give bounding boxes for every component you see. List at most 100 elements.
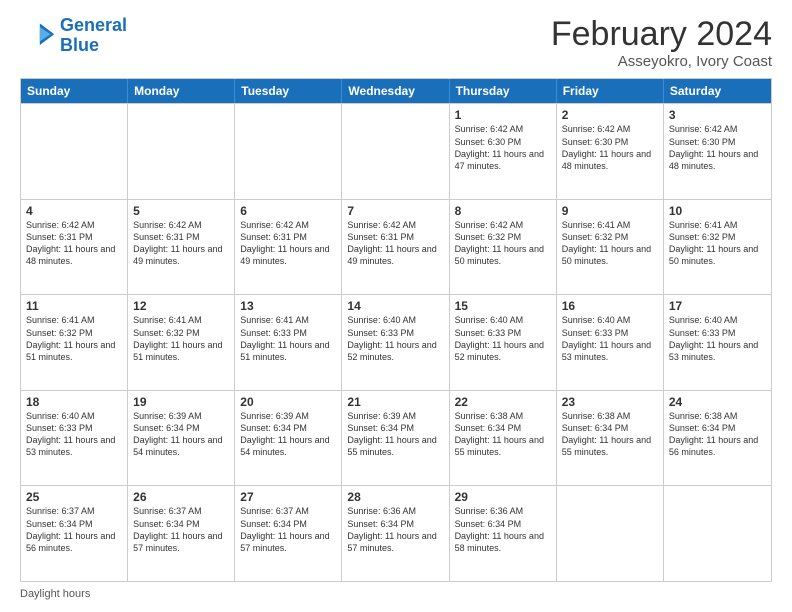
day-number: 12 xyxy=(133,299,229,313)
day-number: 8 xyxy=(455,204,551,218)
cal-cell: 22Sunrise: 6:38 AM Sunset: 6:34 PM Dayli… xyxy=(450,391,557,486)
day-number: 16 xyxy=(562,299,658,313)
day-number: 28 xyxy=(347,490,443,504)
cal-header-sunday: Sunday xyxy=(21,79,128,103)
day-number: 1 xyxy=(455,108,551,122)
day-number: 21 xyxy=(347,395,443,409)
header: General Blue February 2024 Asseyokro, Iv… xyxy=(20,16,772,70)
subtitle: Asseyokro, Ivory Coast xyxy=(551,53,772,70)
day-number: 29 xyxy=(455,490,551,504)
day-number: 10 xyxy=(669,204,766,218)
cal-week-1: 1Sunrise: 6:42 AM Sunset: 6:30 PM Daylig… xyxy=(21,103,771,199)
day-number: 18 xyxy=(26,395,122,409)
cal-header-friday: Friday xyxy=(557,79,664,103)
cal-cell: 6Sunrise: 6:42 AM Sunset: 6:31 PM Daylig… xyxy=(235,200,342,295)
day-info: Sunrise: 6:40 AM Sunset: 6:33 PM Dayligh… xyxy=(26,410,122,459)
cal-cell: 19Sunrise: 6:39 AM Sunset: 6:34 PM Dayli… xyxy=(128,391,235,486)
cal-cell: 14Sunrise: 6:40 AM Sunset: 6:33 PM Dayli… xyxy=(342,295,449,390)
cal-cell: 28Sunrise: 6:36 AM Sunset: 6:34 PM Dayli… xyxy=(342,486,449,581)
day-number: 15 xyxy=(455,299,551,313)
main-title: February 2024 xyxy=(551,16,772,53)
cal-cell: 27Sunrise: 6:37 AM Sunset: 6:34 PM Dayli… xyxy=(235,486,342,581)
cal-header-monday: Monday xyxy=(128,79,235,103)
day-info: Sunrise: 6:38 AM Sunset: 6:34 PM Dayligh… xyxy=(562,410,658,459)
logo-blue: Blue xyxy=(60,35,99,55)
day-info: Sunrise: 6:39 AM Sunset: 6:34 PM Dayligh… xyxy=(133,410,229,459)
logo-text: General Blue xyxy=(60,16,127,56)
cal-cell: 16Sunrise: 6:40 AM Sunset: 6:33 PM Dayli… xyxy=(557,295,664,390)
cal-cell: 12Sunrise: 6:41 AM Sunset: 6:32 PM Dayli… xyxy=(128,295,235,390)
title-block: February 2024 Asseyokro, Ivory Coast xyxy=(551,16,772,70)
day-info: Sunrise: 6:38 AM Sunset: 6:34 PM Dayligh… xyxy=(669,410,766,459)
cal-cell xyxy=(342,104,449,199)
cal-cell: 1Sunrise: 6:42 AM Sunset: 6:30 PM Daylig… xyxy=(450,104,557,199)
day-info: Sunrise: 6:42 AM Sunset: 6:30 PM Dayligh… xyxy=(455,123,551,172)
day-number: 3 xyxy=(669,108,766,122)
cal-header-wednesday: Wednesday xyxy=(342,79,449,103)
day-info: Sunrise: 6:37 AM Sunset: 6:34 PM Dayligh… xyxy=(26,505,122,554)
day-number: 17 xyxy=(669,299,766,313)
footer: Daylight hours xyxy=(20,588,772,600)
cal-week-3: 11 Sunrise: 6:41 AM Sunset: 6:32 PM Dayli… xyxy=(21,294,771,390)
cal-cell: 23Sunrise: 6:38 AM Sunset: 6:34 PM Dayli… xyxy=(557,391,664,486)
day-info: Sunrise: 6:42 AM Sunset: 6:31 PM Dayligh… xyxy=(26,219,122,268)
cal-cell xyxy=(21,104,128,199)
cal-cell xyxy=(664,486,771,581)
logo-icon xyxy=(20,18,56,54)
cal-cell: 21Sunrise: 6:39 AM Sunset: 6:34 PM Dayli… xyxy=(342,391,449,486)
day-info: Sunrise: 6:40 AM Sunset: 6:33 PM Dayligh… xyxy=(562,314,658,363)
day-info: Sunrise: 6:37 AM Sunset: 6:34 PM Dayligh… xyxy=(133,505,229,554)
cal-week-5: 25Sunrise: 6:37 AM Sunset: 6:34 PM Dayli… xyxy=(21,485,771,581)
cal-cell xyxy=(235,104,342,199)
cal-header-saturday: Saturday xyxy=(664,79,771,103)
day-info: Sunrise: 6:40 AM Sunset: 6:33 PM Dayligh… xyxy=(455,314,551,363)
cal-cell: 17Sunrise: 6:40 AM Sunset: 6:33 PM Dayli… xyxy=(664,295,771,390)
day-number: 27 xyxy=(240,490,336,504)
day-number: 20 xyxy=(240,395,336,409)
day-number: 11 xyxy=(26,299,122,313)
cal-cell: 20Sunrise: 6:39 AM Sunset: 6:34 PM Dayli… xyxy=(235,391,342,486)
cal-cell xyxy=(128,104,235,199)
day-number: 14 xyxy=(347,299,443,313)
day-info: Sunrise: 6:42 AM Sunset: 6:31 PM Dayligh… xyxy=(347,219,443,268)
day-number: 4 xyxy=(26,204,122,218)
day-info: Sunrise: 6:42 AM Sunset: 6:30 PM Dayligh… xyxy=(562,123,658,172)
day-info: Sunrise: 6:36 AM Sunset: 6:34 PM Dayligh… xyxy=(347,505,443,554)
cal-cell: 29Sunrise: 6:36 AM Sunset: 6:34 PM Dayli… xyxy=(450,486,557,581)
calendar-header: SundayMondayTuesdayWednesdayThursdayFrid… xyxy=(21,79,771,103)
day-number: 13 xyxy=(240,299,336,313)
day-number: 22 xyxy=(455,395,551,409)
cal-cell: 10Sunrise: 6:41 AM Sunset: 6:32 PM Dayli… xyxy=(664,200,771,295)
cal-cell: 4Sunrise: 6:42 AM Sunset: 6:31 PM Daylig… xyxy=(21,200,128,295)
cal-cell xyxy=(557,486,664,581)
logo: General Blue xyxy=(20,16,127,56)
cal-cell: 13Sunrise: 6:41 AM Sunset: 6:33 PM Dayli… xyxy=(235,295,342,390)
day-number: 19 xyxy=(133,395,229,409)
day-info: Sunrise: 6:38 AM Sunset: 6:34 PM Dayligh… xyxy=(455,410,551,459)
day-info: Sunrise: 6:37 AM Sunset: 6:34 PM Dayligh… xyxy=(240,505,336,554)
cal-cell: 18Sunrise: 6:40 AM Sunset: 6:33 PM Dayli… xyxy=(21,391,128,486)
day-number: 23 xyxy=(562,395,658,409)
day-info: Sunrise: 6:41 AM Sunset: 6:32 PM Dayligh… xyxy=(133,314,229,363)
day-info: Sunrise: 6:39 AM Sunset: 6:34 PM Dayligh… xyxy=(347,410,443,459)
cal-cell: 24Sunrise: 6:38 AM Sunset: 6:34 PM Dayli… xyxy=(664,391,771,486)
day-info: Sunrise: 6:41 AM Sunset: 6:33 PM Dayligh… xyxy=(240,314,336,363)
cal-week-2: 4Sunrise: 6:42 AM Sunset: 6:31 PM Daylig… xyxy=(21,199,771,295)
day-info: Sunrise: 6:42 AM Sunset: 6:32 PM Dayligh… xyxy=(455,219,551,268)
calendar-body: 1Sunrise: 6:42 AM Sunset: 6:30 PM Daylig… xyxy=(21,103,771,581)
daylight-label: Daylight hours xyxy=(20,588,90,600)
cal-cell: 15Sunrise: 6:40 AM Sunset: 6:33 PM Dayli… xyxy=(450,295,557,390)
cal-cell: 2Sunrise: 6:42 AM Sunset: 6:30 PM Daylig… xyxy=(557,104,664,199)
cal-header-tuesday: Tuesday xyxy=(235,79,342,103)
cal-cell: 11Sunrise: 6:41 AM Sunset: 6:32 PM Dayli… xyxy=(21,295,128,390)
day-info: Sunrise: 6:40 AM Sunset: 6:33 PM Dayligh… xyxy=(347,314,443,363)
logo-general: General xyxy=(60,15,127,35)
cal-cell: 3Sunrise: 6:42 AM Sunset: 6:30 PM Daylig… xyxy=(664,104,771,199)
day-info: Sunrise: 6:41 AM Sunset: 6:32 PM Dayligh… xyxy=(669,219,766,268)
page: General Blue February 2024 Asseyokro, Iv… xyxy=(0,0,792,612)
day-number: 24 xyxy=(669,395,766,409)
day-number: 9 xyxy=(562,204,658,218)
day-number: 26 xyxy=(133,490,229,504)
day-info: Sunrise: 6:42 AM Sunset: 6:31 PM Dayligh… xyxy=(240,219,336,268)
day-number: 6 xyxy=(240,204,336,218)
